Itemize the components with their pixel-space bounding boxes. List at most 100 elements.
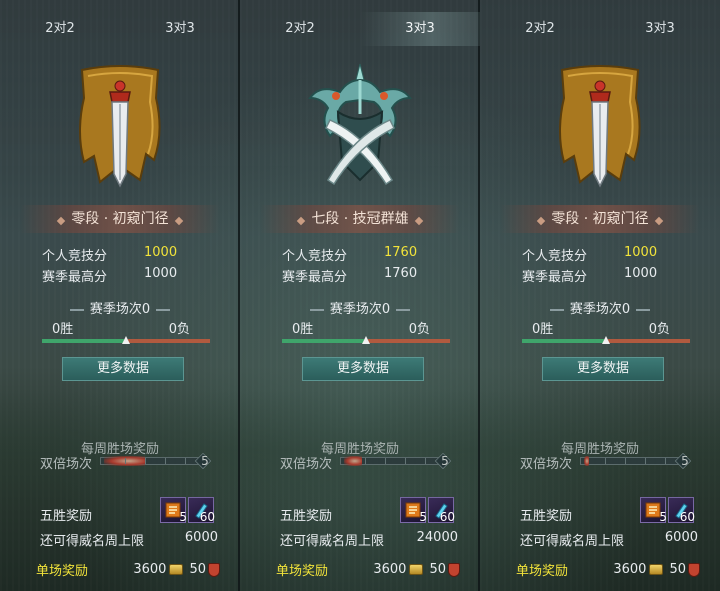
wins-count: 0胜 bbox=[532, 322, 554, 337]
tab-2v2[interactable]: 2对2 bbox=[480, 12, 600, 46]
loss-bar-fill bbox=[128, 339, 210, 343]
single-reward-label: 单场奖励 bbox=[516, 564, 569, 579]
reward-item-count: 60 bbox=[199, 510, 215, 524]
win-loss-row: 0胜 0负 bbox=[532, 318, 670, 337]
coin-icon bbox=[409, 564, 424, 575]
segment-divider bbox=[145, 458, 146, 464]
wins-count: 0胜 bbox=[52, 322, 74, 337]
reward-item-scroll-icon[interactable]: 5 bbox=[160, 497, 187, 524]
arena-panel-3: 2对2 3对3 零段 · 初窥门径 个人竞技分 1000 赛季最高分 1000 … bbox=[480, 0, 720, 591]
wing-right-icon bbox=[156, 308, 171, 311]
five-win-reward-label: 五胜奖励 bbox=[280, 509, 333, 524]
double-matches-bar: 5 bbox=[340, 452, 452, 470]
segment-divider bbox=[605, 458, 606, 464]
season-high-value: 1760 bbox=[384, 266, 418, 281]
shield-icon bbox=[448, 562, 460, 577]
rank-title: 零段 · 初窥门径 bbox=[500, 205, 700, 233]
coin-icon bbox=[169, 564, 184, 575]
reward-item-count: 5 bbox=[419, 510, 427, 524]
shield-amount: 50 bbox=[189, 562, 206, 577]
segment-divider bbox=[405, 458, 406, 464]
shield-icon bbox=[688, 562, 700, 577]
personal-score-label: 个人竞技分 bbox=[522, 249, 588, 264]
segment-divider bbox=[645, 458, 646, 464]
more-data-button[interactable]: 更多数据 bbox=[62, 357, 184, 381]
season-high-label: 赛季最高分 bbox=[522, 270, 588, 285]
single-reward-label: 单场奖励 bbox=[276, 564, 329, 579]
season-high-row: 赛季最高分 1000 bbox=[42, 266, 202, 286]
five-win-reward-label: 五胜奖励 bbox=[520, 509, 573, 524]
season-matches: 赛季场次0 bbox=[0, 298, 240, 317]
segment-divider bbox=[385, 458, 386, 464]
coin-icon bbox=[649, 564, 664, 575]
reward-item-count: 5 bbox=[659, 510, 667, 524]
segment-divider bbox=[165, 458, 166, 464]
weekly-cap-value: 24000 bbox=[416, 530, 458, 545]
personal-score-label: 个人竞技分 bbox=[282, 249, 348, 264]
coin-amount: 3600 bbox=[613, 562, 647, 577]
rank-title: 七段 · 技冠群雄 bbox=[260, 205, 460, 233]
losses-count: 0负 bbox=[168, 322, 190, 337]
segment-divider bbox=[185, 458, 186, 464]
reward-item-talisman-icon[interactable]: 60 bbox=[428, 497, 455, 524]
wing-left-icon bbox=[309, 308, 324, 311]
personal-score-value: 1000 bbox=[624, 245, 658, 260]
weekly-cap-value: 6000 bbox=[664, 530, 698, 545]
loss-bar-fill bbox=[368, 339, 450, 343]
segment-divider bbox=[425, 458, 426, 464]
win-bar-fill bbox=[42, 339, 124, 343]
reward-item-count: 60 bbox=[439, 510, 455, 524]
coin-amount: 3600 bbox=[133, 562, 167, 577]
weekly-cap-row: 还可得威名周上限 6000 bbox=[40, 530, 218, 549]
reward-item-talisman-icon[interactable]: 60 bbox=[188, 497, 215, 524]
tab-3v3[interactable]: 3对3 bbox=[600, 12, 720, 46]
reward-item-talisman-icon[interactable]: 60 bbox=[668, 497, 695, 524]
mode-tabs: 2对2 3对3 bbox=[0, 12, 240, 46]
mode-tabs: 2对2 3对3 bbox=[240, 12, 480, 46]
golden-banner-sword-icon bbox=[79, 65, 161, 188]
double-matches-bar: 5 bbox=[100, 452, 212, 470]
personal-score-row: 个人竞技分 1000 bbox=[42, 245, 202, 265]
more-data-button[interactable]: 更多数据 bbox=[302, 357, 424, 381]
loss-bar-fill bbox=[608, 339, 690, 343]
five-win-reward-label: 五胜奖励 bbox=[40, 509, 93, 524]
single-reward-row: 单场奖励 3600 50 bbox=[276, 560, 460, 579]
arena-panels: 2对2 3对3 零段 · 初窥门径 个人竞技分 1000 赛季最高分 1000 … bbox=[0, 0, 720, 591]
arena-panel-2: 2对2 3对3 七段 · 技冠群雄 个人竞技分 1760 赛季最高分 1760 … bbox=[240, 0, 480, 591]
weekly-cap-value: 6000 bbox=[184, 530, 218, 545]
double-matches-bar: 5 bbox=[580, 452, 692, 470]
season-high-row: 赛季最高分 1000 bbox=[522, 266, 682, 286]
personal-score-value: 1760 bbox=[384, 245, 418, 260]
ratio-marker-icon bbox=[362, 336, 370, 344]
season-high-row: 赛季最高分 1760 bbox=[282, 266, 442, 286]
win-bar-fill bbox=[522, 339, 604, 343]
weekly-cap-label: 还可得威名周上限 bbox=[40, 534, 145, 549]
season-matches-text: 赛季场次0 bbox=[329, 302, 391, 317]
shield-amount: 50 bbox=[669, 562, 686, 577]
weekly-cap-label: 还可得威名周上限 bbox=[520, 534, 625, 549]
mode-tabs: 2对2 3对3 bbox=[480, 12, 720, 46]
season-high-value: 1000 bbox=[144, 266, 178, 281]
tab-2v2[interactable]: 2对2 bbox=[240, 12, 360, 46]
single-reward-row: 单场奖励 3600 50 bbox=[516, 560, 700, 579]
season-matches-text: 赛季场次0 bbox=[569, 302, 631, 317]
weekly-cap-row: 还可得威名周上限 24000 bbox=[280, 530, 458, 549]
reward-item-count: 5 bbox=[179, 510, 187, 524]
reward-item-count: 60 bbox=[679, 510, 695, 524]
win-loss-row: 0胜 0负 bbox=[52, 318, 190, 337]
wins-count: 0胜 bbox=[292, 322, 314, 337]
personal-score-row: 个人竞技分 1000 bbox=[522, 245, 682, 265]
more-data-button[interactable]: 更多数据 bbox=[542, 357, 664, 381]
win-bar-fill bbox=[282, 339, 364, 343]
double-matches-label: 双倍场次 bbox=[40, 457, 93, 472]
tab-2v2[interactable]: 2对2 bbox=[0, 12, 120, 46]
golden-banner-sword-icon bbox=[559, 65, 641, 188]
ratio-marker-icon bbox=[602, 336, 610, 344]
ratio-marker-icon bbox=[122, 336, 130, 344]
reward-item-scroll-icon[interactable]: 5 bbox=[400, 497, 427, 524]
tab-3v3[interactable]: 3对3 bbox=[120, 12, 240, 46]
wing-right-icon bbox=[636, 308, 651, 311]
tab-3v3[interactable]: 3对3 bbox=[360, 12, 480, 46]
personal-score-value: 1000 bbox=[144, 245, 178, 260]
reward-item-scroll-icon[interactable]: 5 bbox=[640, 497, 667, 524]
